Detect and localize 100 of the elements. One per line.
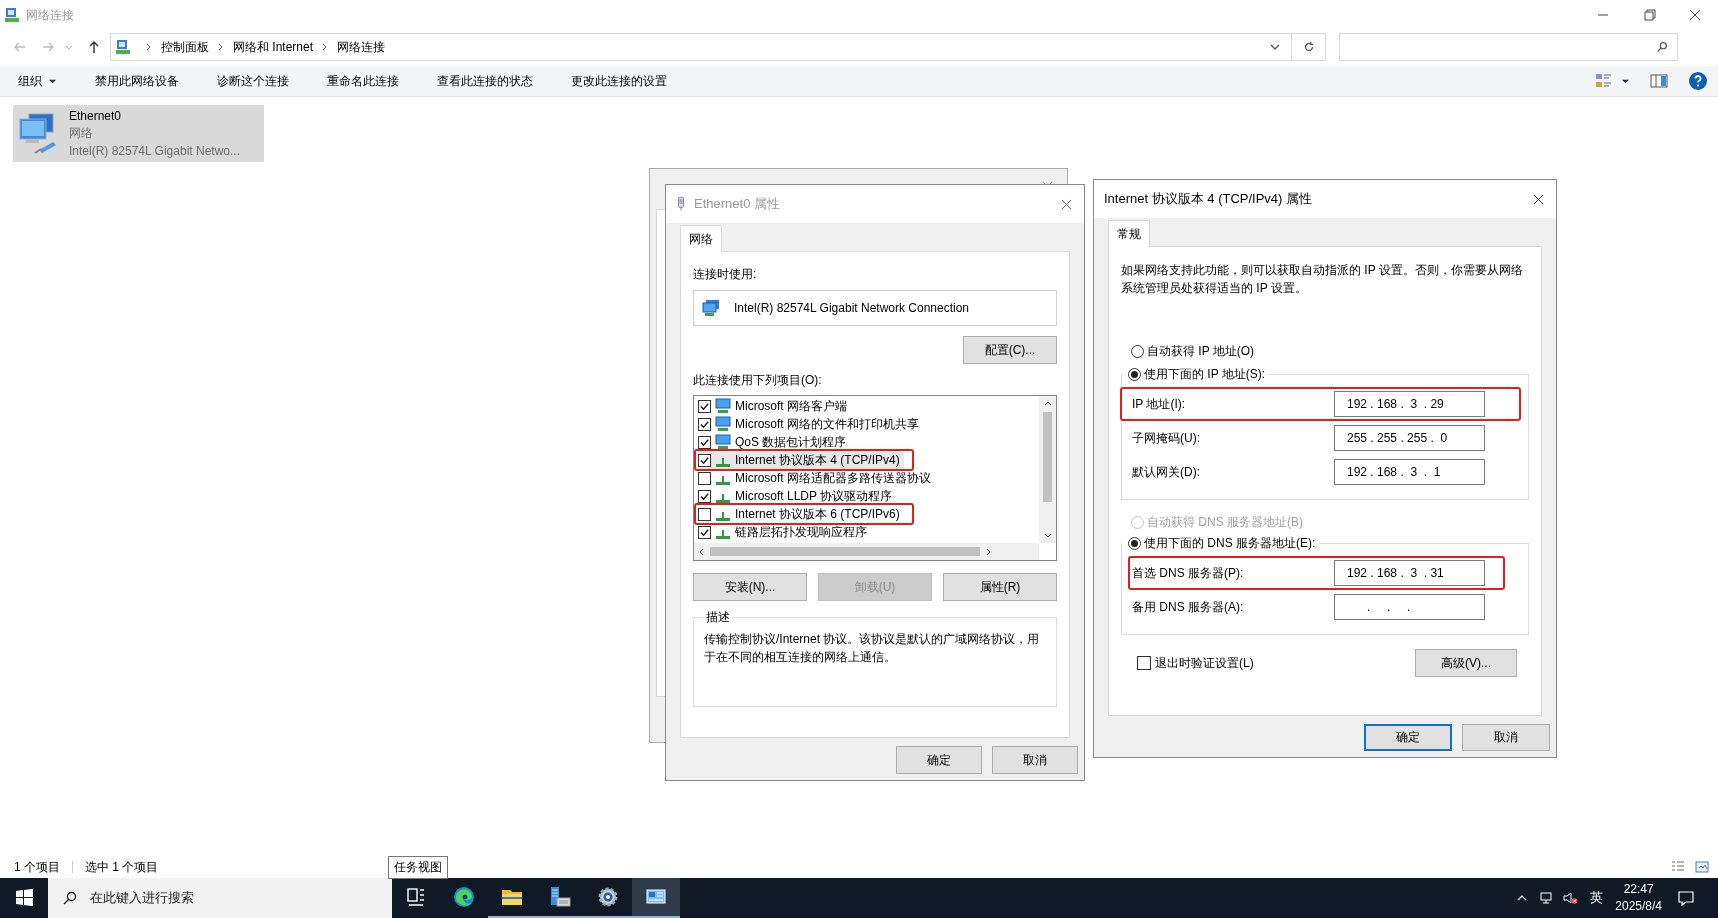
gear-icon (596, 885, 620, 909)
dialog-title: Internet 协议版本 4 (TCP/IPv4) 属性 (1104, 190, 1313, 208)
item-label: Microsoft LLDP 协议驱动程序 (735, 487, 893, 505)
breadcrumb[interactable]: 网络连接 (337, 38, 386, 56)
toolbar-button[interactable]: 重命名此连接 (315, 68, 411, 94)
search-icon (62, 890, 78, 906)
muted-speaker-icon[interactable] (1562, 890, 1579, 906)
menu-button[interactable]: 组织 (6, 68, 69, 94)
toolbar-button[interactable]: 禁用此网络设备 (83, 68, 191, 94)
item-label: Microsoft 网络的文件和打印机共享 (735, 415, 919, 433)
browser-icon (452, 885, 476, 909)
connection-name: Ethernet0 (69, 109, 123, 123)
field-label: 连接时使用: (693, 266, 758, 283)
view-options-icon[interactable] (1595, 72, 1613, 90)
tab[interactable]: 网络 (680, 225, 722, 252)
computer-icon (715, 416, 731, 432)
scrollbar-thumb[interactable] (710, 547, 980, 556)
checkbox[interactable] (698, 471, 711, 485)
taskbar-button[interactable] (632, 878, 680, 918)
ip-address-field[interactable]: 192 . 168 . 3 . 29 (1334, 391, 1485, 417)
help-icon[interactable] (1688, 71, 1708, 91)
network-folder-icon (115, 39, 131, 55)
close-icon[interactable] (1061, 198, 1072, 210)
ip-address-field[interactable]: . . . (1334, 594, 1485, 620)
input-method-indicator[interactable]: 英 (1590, 889, 1604, 907)
dialog-button[interactable]: 确定 (1364, 724, 1452, 751)
description-text: 传输控制协议/Internet 协议。该协议是默认的广域网络协议，用于在不同的相互连接的网络上通信。 (704, 631, 1041, 666)
group-title: 描述 (705, 609, 731, 626)
item-label: Microsoft 网络客户端 (735, 397, 847, 415)
dialog-button[interactable]: 确定 (896, 746, 982, 774)
refresh-button[interactable] (1292, 33, 1326, 61)
field-label: 备用 DNS 服务器(A): (1132, 598, 1245, 616)
window-title: 网络连接 (26, 6, 74, 24)
checkbox[interactable] (698, 507, 711, 521)
notification-icon[interactable] (1676, 888, 1696, 908)
item-label: Internet 协议版本 4 (TCP/IPv4) (735, 451, 900, 469)
item-label: QoS 数据包计划程序 (735, 433, 847, 451)
vertical-scrollbar[interactable] (1039, 396, 1056, 543)
toolbar-button[interactable]: 更改此连接的设置 (559, 68, 679, 94)
checkbox[interactable]: 退出时验证设置(L) (1137, 654, 1254, 672)
dialog-button[interactable]: 取消 (1462, 724, 1550, 751)
horizontal-scrollbar[interactable] (694, 543, 1039, 560)
server-icon (548, 885, 572, 909)
item-label: 链路层拓扑发现响应程序 (735, 523, 867, 541)
address-bar[interactable]: 控制面板 网络和 Internet 网络连接 (110, 33, 1292, 61)
checkbox[interactable] (698, 417, 711, 431)
checkbox[interactable] (698, 435, 711, 449)
checkbox[interactable] (698, 453, 711, 467)
taskbar-search-field[interactable]: 在此键入进行搜索 (48, 878, 392, 918)
breadcrumb[interactable]: 网络和 Internet (233, 38, 314, 56)
network-adapter-icon (702, 299, 720, 317)
list-item[interactable]: QoS 数据包计划程序 (698, 433, 851, 451)
item-label: Internet 协议版本 6 (TCP/IPv6) (735, 505, 900, 523)
breadcrumb[interactable]: 控制面板 (161, 38, 209, 56)
item-label: Microsoft 网络适配器多路传送器协议 (735, 469, 931, 487)
ip-address-field[interactable]: 192 . 168 . 3 . 1 (1334, 459, 1485, 485)
radio-button[interactable]: 自动获得 IP 地址(O) (1131, 343, 1529, 360)
large-icons-view-icon[interactable] (1694, 859, 1710, 875)
connection-item[interactable]: Ethernet0 网络 Intel(R) 82574L Gigabit Netwo... (13, 105, 264, 162)
field-label: 子网掩码(U): (1132, 429, 1201, 447)
list-item[interactable]: Microsoft 网络客户端 (698, 397, 851, 415)
adapter-field: Intel(R) 82574L Gigabit Network Connection (693, 290, 1057, 326)
preview-pane-icon[interactable] (1650, 72, 1668, 90)
field-label: 此连接使用下列项目(O): (693, 372, 823, 389)
advanced-button[interactable]: 高级(V)... (1415, 649, 1517, 677)
toolbar-button[interactable]: 查看此连接的状态 (425, 68, 545, 94)
dialog-button[interactable]: 取消 (992, 746, 1078, 774)
search-icon (1655, 40, 1669, 54)
list-item[interactable]: 链路层拓扑发现响应程序 (698, 523, 871, 541)
tooltip: 任务视图 (388, 856, 448, 879)
checkbox[interactable] (698, 525, 711, 539)
component-list[interactable]: Microsoft 网络客户端 Microsoft 网络的文件和打印机共享 QoS 数据包计划程序 Internet 协议版本 4 (TCP/IPv4) Microsoft 网络适配器多路传送器协议 Microsoft LLDP 协议驱动程序 Internet 协议版本 6 (TCP/IPv6) 链路层拓扑发现响应程序 (693, 395, 1057, 561)
checkbox[interactable] (698, 489, 711, 503)
tab[interactable]: 常规 (1108, 220, 1150, 247)
network-status-icon[interactable] (1538, 890, 1555, 906)
list-item[interactable]: Microsoft LLDP 协议驱动程序 (698, 487, 897, 505)
configure-button[interactable]: 配置(C)... (963, 336, 1057, 364)
radio-button[interactable]: 使用下面的 IP 地址(S): (1128, 366, 1266, 383)
list-item[interactable]: Internet 协议版本 6 (TCP/IPv6) (698, 505, 904, 523)
scrollbar-thumb[interactable] (1043, 412, 1052, 502)
ip-address-field[interactable]: 192 . 168 . 3 . 31 (1334, 560, 1485, 586)
list-item[interactable]: Microsoft 网络适配器多路传送器协议 (698, 469, 935, 487)
dialog-button[interactable]: 属性(R) (943, 573, 1057, 601)
toolbar-button[interactable]: 诊断这个连接 (205, 68, 301, 94)
close-icon[interactable] (1533, 193, 1544, 205)
field-label: 首选 DNS 服务器(P): (1132, 564, 1245, 582)
computer-icon (715, 398, 731, 414)
search-field[interactable] (1339, 33, 1678, 61)
computer-icon (715, 434, 731, 450)
dialog-title: Ethernet0 属性 (694, 195, 780, 213)
ip-address-field[interactable]: 255 . 255 . 255 . 0 (1334, 425, 1485, 451)
item-count: 1 个项目 (14, 858, 60, 876)
network-adapter-icon (676, 196, 686, 212)
adapter-name: Intel(R) 82574L Gigabit Netwo... (69, 144, 240, 158)
dialog-button[interactable]: 安装(N)... (693, 573, 807, 601)
list-item[interactable]: Microsoft 网络的文件和打印机共享 (698, 415, 923, 433)
connection-status: 网络 (69, 125, 94, 142)
checkbox[interactable] (698, 399, 711, 413)
radio-button[interactable]: 使用下面的 DNS 服务器地址(E): (1128, 535, 1316, 552)
clock[interactable]: 22:47 2025/8/4 (1615, 881, 1662, 915)
